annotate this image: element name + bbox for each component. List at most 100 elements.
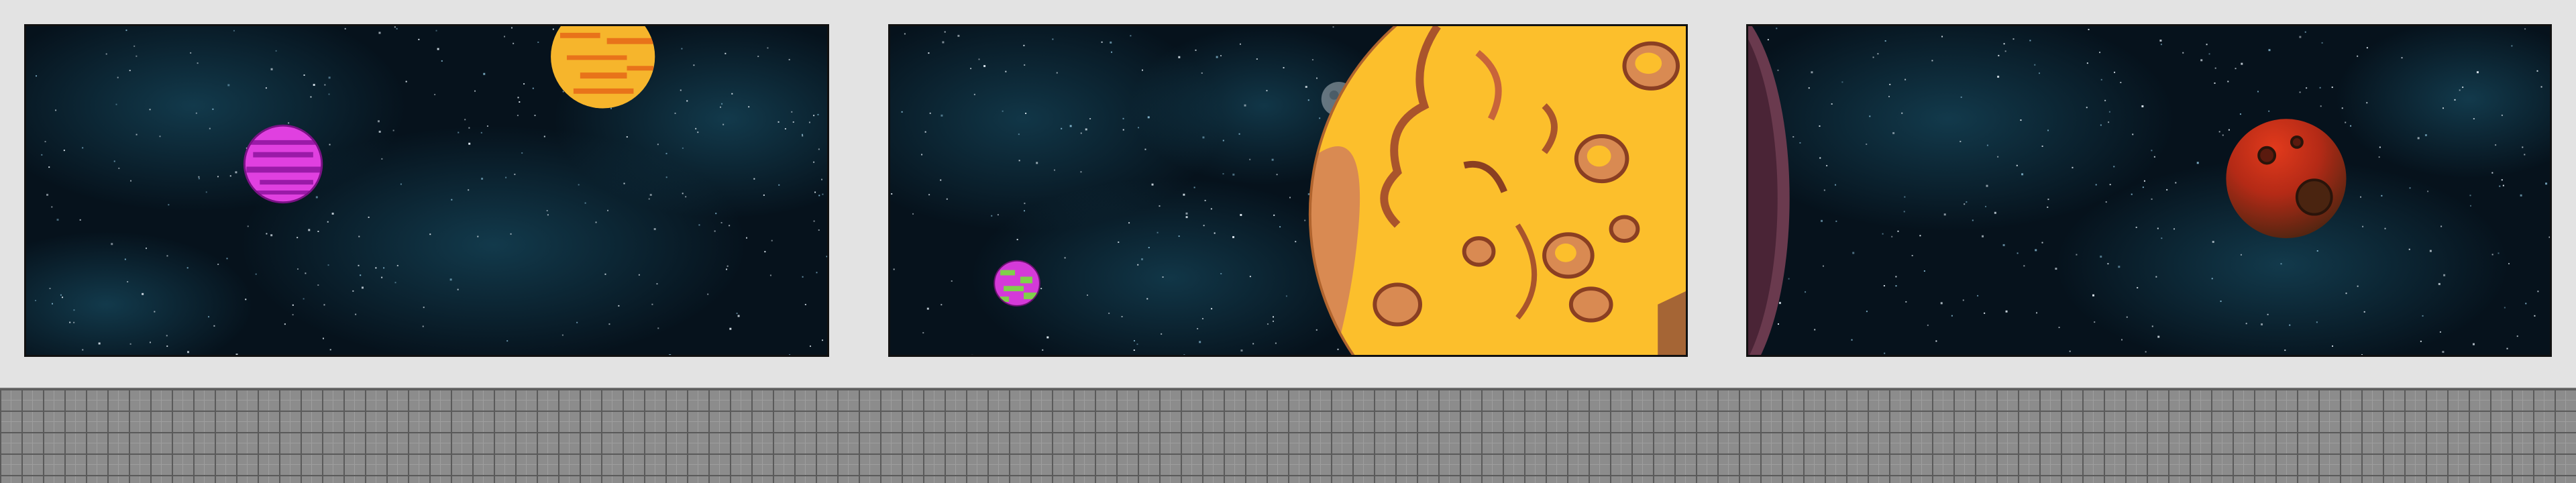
star	[396, 264, 398, 266]
star	[82, 349, 84, 351]
star	[1157, 231, 1159, 233]
star	[247, 225, 249, 227]
star	[360, 274, 362, 276]
cratered-moon	[1308, 26, 1686, 355]
star	[1161, 333, 1163, 335]
star	[1841, 81, 1843, 83]
star	[2153, 156, 2155, 158]
star	[789, 354, 791, 355]
star	[1883, 284, 1885, 286]
star	[2427, 191, 2429, 193]
star	[2012, 38, 2015, 40]
star	[56, 219, 59, 221]
star	[1877, 53, 1879, 55]
star	[1128, 222, 1130, 224]
star	[2104, 99, 2106, 101]
star	[2454, 99, 2456, 101]
star	[1897, 230, 1899, 232]
star	[1256, 58, 1258, 60]
star	[1141, 258, 1143, 260]
star	[1811, 71, 1813, 74]
star	[303, 298, 305, 300]
star	[1821, 219, 1823, 222]
star	[1214, 232, 1216, 234]
star	[2361, 354, 2363, 355]
star	[468, 189, 470, 191]
star	[474, 90, 476, 92]
star	[2350, 125, 2352, 127]
star	[2379, 146, 2381, 148]
star	[60, 294, 62, 296]
star	[822, 193, 824, 195]
star	[486, 125, 488, 127]
star	[722, 123, 724, 125]
star	[1819, 157, 1821, 159]
star	[1951, 315, 1953, 317]
star	[1267, 323, 1269, 325]
star	[1193, 186, 1195, 189]
star	[2094, 321, 2096, 323]
game-stage	[0, 0, 2576, 483]
star	[2511, 45, 2513, 47]
star	[468, 142, 471, 145]
star	[2047, 206, 2049, 208]
star	[2214, 82, 2216, 84]
star	[1220, 55, 1222, 57]
star	[51, 206, 53, 208]
star	[1986, 144, 1988, 146]
star	[608, 323, 610, 325]
star	[1776, 28, 1778, 30]
star	[1872, 56, 1874, 58]
star	[323, 304, 325, 306]
star	[1895, 285, 1897, 287]
star	[1892, 131, 1895, 134]
star	[777, 121, 780, 123]
star	[2143, 180, 2145, 182]
star	[2137, 286, 2139, 288]
star	[310, 96, 312, 98]
star	[1110, 41, 1112, 44]
star	[1901, 112, 1903, 114]
star	[2114, 71, 2116, 73]
star	[1279, 226, 1281, 228]
star	[2316, 321, 2318, 323]
star	[1273, 320, 1275, 322]
star	[2508, 263, 2510, 265]
star	[2086, 107, 2088, 109]
star	[547, 214, 549, 216]
star	[292, 304, 294, 306]
star	[1178, 56, 1181, 58]
star	[1866, 311, 1868, 313]
star	[1024, 64, 1026, 66]
star	[2499, 185, 2501, 187]
star	[2196, 162, 2199, 164]
star	[63, 150, 65, 152]
star	[2041, 146, 2043, 147]
star	[2099, 52, 2101, 54]
star	[2245, 323, 2247, 325]
star	[817, 113, 819, 115]
space-panel-center	[888, 24, 1688, 357]
star	[266, 233, 268, 235]
star	[543, 136, 545, 138]
star	[1211, 308, 1213, 310]
star	[1778, 302, 1781, 305]
star	[778, 184, 780, 186]
star	[1122, 129, 1124, 131]
star	[2473, 118, 2475, 119]
star	[1061, 127, 1063, 129]
star	[2212, 241, 2214, 244]
space-panel-left	[24, 24, 829, 357]
star	[2316, 250, 2318, 252]
star	[2422, 315, 2424, 317]
star	[983, 64, 986, 67]
star	[1905, 301, 1907, 303]
star	[2491, 254, 2493, 256]
star	[1146, 298, 1148, 300]
star	[303, 74, 305, 76]
star	[720, 222, 722, 223]
star	[1823, 189, 1825, 191]
star	[1986, 184, 1988, 187]
star	[1203, 225, 1205, 227]
star	[2443, 107, 2444, 109]
